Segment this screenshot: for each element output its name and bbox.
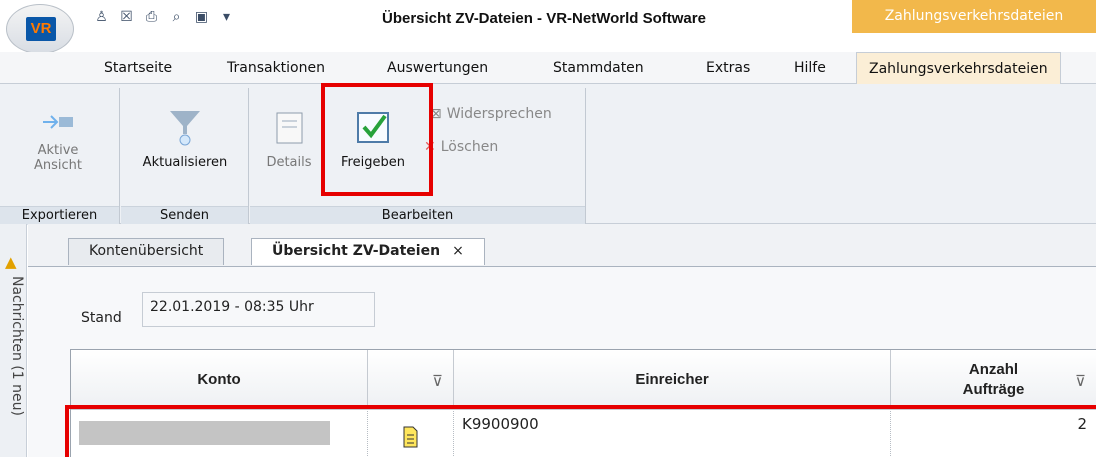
anzahl-filter-icon[interactable]: ⊽ <box>1075 372 1086 392</box>
vr-logo-icon: VR <box>26 17 56 41</box>
ribbon-menu: Startseite Transaktionen Auswertungen St… <box>0 52 1096 85</box>
details-button[interactable]: Details <box>258 109 320 170</box>
group-label-bearbeiten: Bearbeiten <box>250 206 585 225</box>
dropdown-icon[interactable]: ▾ <box>217 8 236 27</box>
tab-hilfe[interactable]: Hilfe <box>794 60 826 76</box>
export-icon[interactable]: ▣ <box>192 8 211 27</box>
warning-icon[interactable]: ▲ <box>5 253 17 271</box>
column-anzahl-line2: Aufträge <box>962 380 1025 398</box>
tab-auswertungen[interactable]: Auswertungen <box>387 60 488 76</box>
row-highlight <box>65 405 1096 457</box>
tab-kontenuebersicht[interactable]: Kontenübersicht <box>68 238 225 265</box>
column-anzahl-auftraege[interactable]: Anzahl Aufträge ⊽ <box>891 350 1096 410</box>
group-label-exportieren: Exportieren <box>0 206 119 225</box>
stand-label: Stand <box>81 310 122 326</box>
column-einreicher-label: Einreicher <box>635 371 709 388</box>
preview-icon[interactable]: ⌕ <box>167 8 186 27</box>
group-senden: Aktualisieren Senden <box>121 88 249 225</box>
tab-uebersicht-zv-dateien[interactable]: Übersicht ZV-Dateien × <box>251 238 485 265</box>
security-icon[interactable]: ☒ <box>117 8 136 27</box>
loeschen-label: Löschen <box>440 139 499 155</box>
column-konto[interactable]: Konto <box>71 350 368 410</box>
ribbon: Aktive Ansicht Exportieren Aktualisieren… <box>0 84 1096 225</box>
group-label-senden: Senden <box>121 206 248 225</box>
tab-extras[interactable]: Extras <box>706 60 750 76</box>
freigeben-highlight <box>321 83 433 196</box>
window-title: Übersicht ZV-Dateien - VR-NetWorld Softw… <box>382 10 706 27</box>
filter-icon[interactable]: ⊽ <box>432 372 443 390</box>
column-konto-label: Konto <box>197 371 241 388</box>
quick-access-toolbar: ♙ ☒ ⎙ ⌕ ▣ ▾ <box>92 8 236 27</box>
title-bar: VR ♙ ☒ ⎙ ⌕ ▣ ▾ Übersicht ZV-Dateien - VR… <box>0 0 1096 54</box>
active-view-label: Aktive Ansicht <box>33 143 82 173</box>
details-label: Details <box>266 155 312 170</box>
column-anzahl-line1: Anzahl <box>968 360 1019 378</box>
user-icon[interactable]: ♙ <box>92 8 111 27</box>
application-menu-button[interactable]: VR <box>6 4 74 54</box>
uebersicht-zv-label: Übersicht ZV-Dateien <box>272 243 441 259</box>
print-icon[interactable]: ⎙ <box>142 8 161 27</box>
aktualisieren-label: Aktualisieren <box>142 155 228 170</box>
close-icon[interactable]: × <box>452 243 464 259</box>
tab-startseite[interactable]: Startseite <box>104 60 172 76</box>
group-exportieren: Aktive Ansicht Exportieren <box>0 88 120 225</box>
left-sidebar: ▲ Nachrichten (1 neu) <box>0 224 27 457</box>
active-view-button[interactable]: Aktive Ansicht <box>12 109 104 173</box>
details-icon <box>276 112 303 144</box>
stand-value-field: 22.01.2019 - 08:35 Uhr <box>142 292 375 327</box>
loeschen-button[interactable]: ✕ Löschen <box>424 139 498 155</box>
tab-zahlungsverkehrsdateien[interactable]: Zahlungsverkehrsdateien <box>856 52 1061 85</box>
refresh-funnel-icon <box>170 111 200 146</box>
tab-transaktionen[interactable]: Transaktionen <box>227 60 325 76</box>
widersprechen-label: Widersprechen <box>446 106 552 122</box>
widersprechen-button[interactable]: ⊠ Widersprechen <box>430 106 552 122</box>
kontenuebersicht-label: Kontenübersicht <box>89 243 204 259</box>
column-status[interactable]: ⊽ <box>368 350 454 410</box>
messages-label[interactable]: Nachrichten (1 neu) <box>9 276 25 416</box>
column-einreicher[interactable]: Einreicher <box>454 350 891 410</box>
context-tab-title: Zahlungsverkehrsdateien <box>852 0 1096 33</box>
aktualisieren-button[interactable]: Aktualisieren <box>129 109 241 170</box>
tab-stammdaten[interactable]: Stammdaten <box>553 60 644 76</box>
export-arrow-icon <box>43 115 73 129</box>
